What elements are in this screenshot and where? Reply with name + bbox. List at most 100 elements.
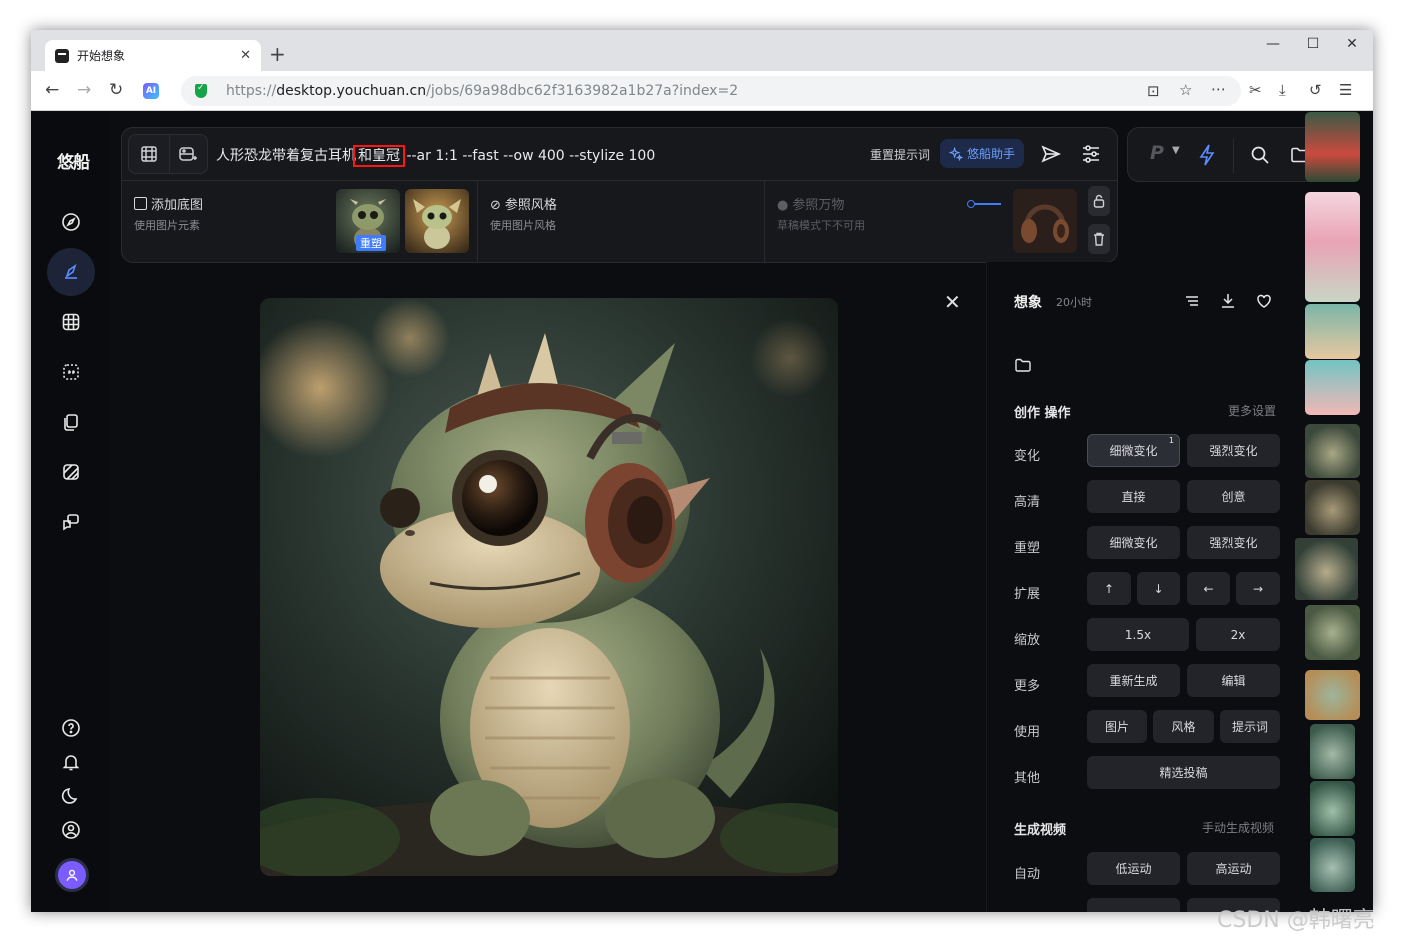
upscale-direct-button[interactable]: 直接	[1087, 480, 1180, 513]
prompt-params: --ar 1:1 --fast --ow 400 --stylize 100	[402, 148, 656, 164]
minimize-icon[interactable]: —	[1258, 36, 1288, 52]
back-icon[interactable]: ←	[45, 81, 59, 99]
window-close-icon[interactable]: ✕	[1337, 36, 1367, 52]
app-logo[interactable]: 悠船	[57, 148, 90, 173]
history-thumbnail[interactable]	[1310, 724, 1355, 779]
heart-icon[interactable]	[1255, 292, 1273, 310]
history-thumbnail[interactable]	[1305, 112, 1360, 182]
prompt-input[interactable]: 人形恐龙带着复古耳机 和皇冠 --ar 1:1 --fast --ow 400 -…	[216, 145, 656, 167]
reload-icon[interactable]: ↻	[109, 81, 123, 99]
high-motion-button[interactable]: 高运动	[1187, 852, 1280, 885]
zoom-2x-button[interactable]: 2x	[1196, 618, 1280, 651]
history-thumbnail[interactable]	[1305, 424, 1360, 478]
bookmark-star-icon[interactable]: ☆	[1179, 81, 1192, 99]
history-thumbnail[interactable]	[1305, 670, 1360, 720]
history-thumbnail[interactable]	[1305, 480, 1360, 535]
version-selector[interactable]: P	[1150, 142, 1164, 164]
settings-sliders-icon[interactable]	[1080, 143, 1102, 165]
explore-compass-icon[interactable]	[51, 202, 91, 242]
reference-thumbnail[interactable]: 重塑	[336, 189, 400, 253]
pan-up-button[interactable]: ↑	[1087, 572, 1131, 605]
upscale-creative-button[interactable]: 创意	[1187, 480, 1280, 513]
trash-icon[interactable]	[1088, 224, 1110, 254]
translate-icon[interactable]: ⊡	[1147, 82, 1160, 100]
remix-subtle-button[interactable]: 细微变化	[1087, 526, 1180, 559]
submit-featured-button[interactable]: 精选投稿	[1087, 756, 1280, 789]
download-icon[interactable]: ⤓	[1279, 81, 1286, 99]
style-stripes-icon[interactable]	[51, 452, 91, 492]
manual-video-link[interactable]: 手动生成视频	[1202, 819, 1274, 836]
maximize-icon[interactable]: ☐	[1298, 36, 1328, 52]
menu-icon[interactable]: ☰	[1339, 81, 1352, 99]
use-style-button[interactable]: 风格	[1153, 710, 1214, 743]
pan-left-button[interactable]: ←	[1187, 572, 1230, 605]
forward-icon[interactable]: →	[77, 81, 91, 99]
copy-pages-icon[interactable]	[51, 402, 91, 442]
history-thumbnail[interactable]	[1305, 192, 1360, 302]
folder-icon[interactable]	[1014, 356, 1032, 374]
omni-reference-slot: ● 参照万物 草稿模式下不可用	[764, 181, 1084, 262]
pan-down-button[interactable]: ↓	[1137, 572, 1180, 605]
list-icon[interactable]	[1183, 292, 1201, 310]
reference-image-slot[interactable]: 添加底图 使用图片元素 重塑	[122, 181, 477, 262]
send-icon[interactable]	[1040, 143, 1062, 165]
history-thumbnail[interactable]	[1305, 304, 1360, 359]
edit-canvas-icon[interactable]	[51, 352, 91, 392]
vary-strong-button[interactable]: 强烈变化	[1187, 434, 1280, 467]
download-icon[interactable]	[1219, 292, 1237, 310]
history-thumbnail[interactable]	[1305, 605, 1360, 660]
rerun-button[interactable]: 重新生成	[1087, 664, 1180, 697]
generated-image[interactable]	[260, 298, 838, 876]
security-shield-icon[interactable]	[195, 83, 207, 98]
chat-icon[interactable]	[51, 502, 91, 542]
ai-extension-icon[interactable]: AI	[143, 83, 159, 99]
reference-thumbnail[interactable]	[405, 189, 469, 253]
slider-handle[interactable]	[967, 200, 975, 208]
use-prompt-button[interactable]: 提示词	[1220, 710, 1280, 743]
vary-subtle-button[interactable]: 细微变化 1	[1087, 434, 1180, 467]
history-thumbnail[interactable]	[1305, 360, 1360, 415]
browser-tab[interactable]: 开始想象 ✕	[45, 40, 261, 71]
history-thumbnail[interactable]	[1310, 838, 1355, 892]
image-grid-icon[interactable]	[139, 144, 159, 164]
lock-icon[interactable]	[1088, 186, 1110, 216]
address-bar[interactable]: https://desktop.youchuan.cn/jobs/69a98db…	[181, 76, 1241, 106]
create-brush-icon[interactable]	[47, 248, 95, 296]
style-reference-slot[interactable]: ⊘ 参照风格 使用图片风格	[477, 181, 764, 262]
more-settings-link[interactable]: 更多设置	[1228, 402, 1276, 419]
pan-right-button[interactable]: →	[1236, 572, 1280, 605]
omni-reference-title: ● 参照万物	[777, 194, 844, 213]
more-dots-icon[interactable]: ⋯	[1211, 80, 1226, 98]
grid-icon[interactable]	[51, 302, 91, 342]
reset-prompt-button[interactable]: 重置提示词	[870, 146, 930, 163]
fast-mode-bolt-icon[interactable]	[1198, 144, 1216, 166]
search-icon[interactable]	[1250, 145, 1270, 165]
remix-strong-button[interactable]: 强烈变化	[1187, 526, 1280, 559]
chevron-down-icon[interactable]: ▼	[1172, 145, 1180, 156]
weight-slider[interactable]	[967, 200, 1001, 208]
reference-title: 添加底图	[134, 194, 203, 213]
assistant-label: 悠船助手	[966, 147, 1015, 161]
zoom-1-5x-button[interactable]: 1.5x	[1087, 618, 1189, 651]
undo-icon[interactable]: ↺	[1309, 81, 1322, 99]
image-icon	[134, 197, 147, 210]
divider	[1233, 138, 1234, 173]
dragon-image	[260, 298, 838, 876]
cut-icon[interactable]: ✂	[1249, 81, 1262, 99]
new-tab-icon[interactable]: +	[269, 44, 286, 64]
actions-section-title: 创作 操作	[1014, 406, 1071, 421]
edit-button[interactable]: 编辑	[1187, 664, 1280, 697]
history-thumbnail-selected[interactable]	[1293, 536, 1360, 602]
use-image-button[interactable]: 图片	[1087, 710, 1147, 743]
assistant-button[interactable]: 悠船助手	[940, 139, 1024, 168]
add-image-icon[interactable]	[178, 144, 198, 164]
extra-video-button[interactable]	[1087, 898, 1180, 912]
tab-close-icon[interactable]: ✕	[240, 48, 251, 63]
avatar[interactable]	[55, 858, 89, 892]
low-motion-button[interactable]: 低运动	[1087, 852, 1180, 885]
account-icon[interactable]	[51, 810, 91, 850]
close-viewer-icon[interactable]: ✕	[944, 290, 961, 314]
user-icon	[66, 869, 78, 881]
omni-reference-thumbnail[interactable]	[1013, 189, 1077, 253]
history-thumbnail[interactable]	[1310, 781, 1355, 836]
